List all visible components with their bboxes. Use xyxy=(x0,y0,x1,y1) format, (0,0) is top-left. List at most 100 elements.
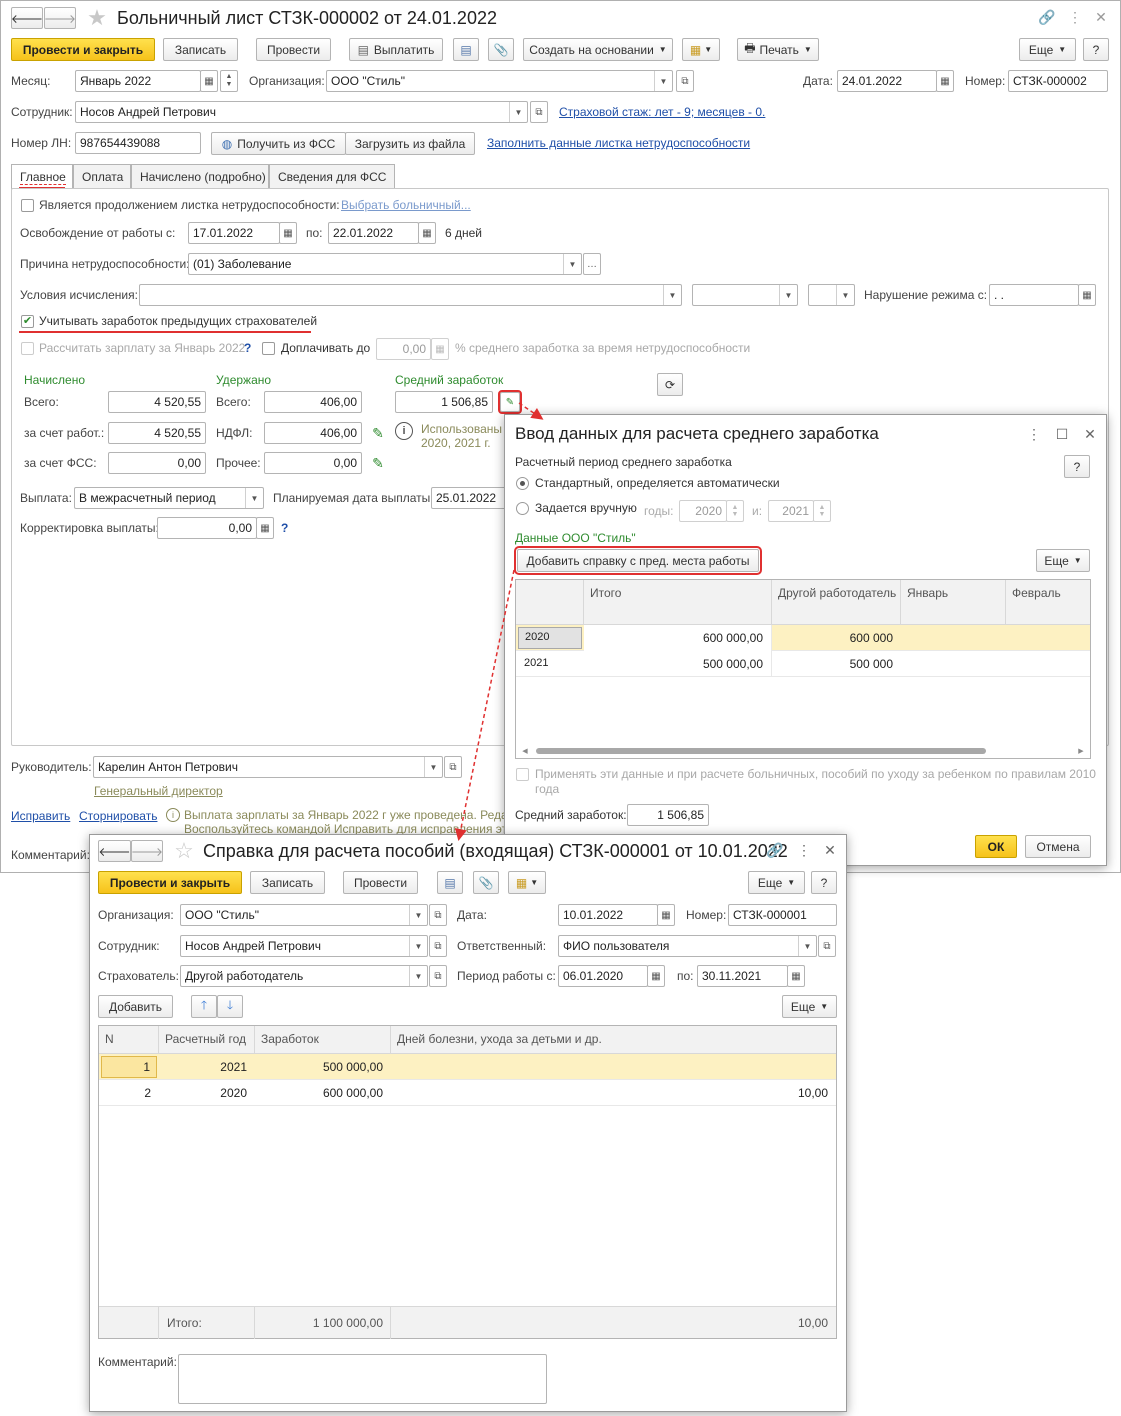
add-certificate-button[interactable]: Добавить справку с пред. места работы xyxy=(514,546,762,575)
conditions-field-3[interactable]: ▼ xyxy=(808,284,855,306)
cause-select-button[interactable]: … xyxy=(583,253,601,275)
reverse-link[interactable]: Сторнировать xyxy=(79,809,157,823)
dropdown-icon[interactable]: ▼ xyxy=(409,966,427,986)
pay-up-calc-button[interactable]: ▦ xyxy=(431,338,449,360)
number-field[interactable]: СТЗК-000001 xyxy=(728,904,837,926)
pay-up-checkbox[interactable] xyxy=(262,342,275,355)
close-icon[interactable]: ✕ xyxy=(821,841,839,859)
dropdown-icon[interactable]: ▼ xyxy=(245,488,263,508)
dropdown-icon[interactable]: ▼ xyxy=(509,102,527,122)
avg-earnings-field[interactable]: 1 506,85 xyxy=(627,804,709,826)
year2-field[interactable]: 2021 xyxy=(768,500,814,522)
help-button[interactable]: ? xyxy=(1083,38,1109,61)
list-icon-button[interactable]: ▤ xyxy=(453,38,479,61)
refresh-button[interactable]: ⟳ xyxy=(657,373,683,396)
year1-spinner[interactable]: ▲ ▼ xyxy=(726,500,744,522)
star-icon[interactable]: ☆ xyxy=(172,838,196,863)
dropdown-icon[interactable]: ▼ xyxy=(836,285,854,305)
star-icon[interactable]: ★ xyxy=(85,5,109,30)
dropdown-icon[interactable]: ▼ xyxy=(654,71,672,91)
load-from-file-button[interactable]: Загрузить из файла xyxy=(345,132,475,155)
avg-earnings-field[interactable]: 1 506,85 xyxy=(395,391,493,413)
tab-main[interactable]: Главное xyxy=(11,164,73,189)
conditions-field-2[interactable]: ▼ xyxy=(692,284,798,306)
comment-field[interactable] xyxy=(178,1354,547,1404)
cancel-button[interactable]: Отмена xyxy=(1025,835,1091,858)
maximize-icon[interactable]: ☐ xyxy=(1053,425,1071,443)
open-employee-button[interactable]: ⧉ xyxy=(429,935,447,957)
manager-field[interactable]: Карелин Антон Петрович ▼ xyxy=(93,756,443,778)
number-field[interactable]: СТЗК-000002 xyxy=(1008,70,1108,92)
table-row[interactable]: 2021 500 000,00 500 000 xyxy=(516,651,1090,677)
pencil-icon[interactable]: ✎ xyxy=(369,424,387,442)
consider-prev-checkbox[interactable]: ✔ xyxy=(21,315,34,328)
move-down-button[interactable]: 🡓 xyxy=(217,995,243,1018)
report-menu-button[interactable]: ▦ ▼ xyxy=(682,38,720,61)
payout-field[interactable]: В межрасчетный период ▼ xyxy=(74,487,264,509)
violation-field[interactable]: . . xyxy=(989,284,1079,306)
conditions-field[interactable]: ▼ xyxy=(139,284,682,306)
responsible-field[interactable]: ФИО пользователя ▼ xyxy=(558,935,817,957)
post-button[interactable]: Провести xyxy=(343,871,418,894)
month-field[interactable]: Январь 2022 xyxy=(75,70,201,92)
post-and-close-button[interactable]: Провести и закрыть xyxy=(11,38,155,61)
dropdown-icon[interactable]: ▼ xyxy=(798,936,816,956)
release-from-calendar-button[interactable]: ▦ xyxy=(279,222,297,244)
cause-field[interactable]: (01) Заболевание ▼ xyxy=(188,253,582,275)
dropdown-icon[interactable]: ▼ xyxy=(779,285,797,305)
more-vert-icon[interactable]: ⋮ xyxy=(1025,425,1043,443)
table-row[interactable]: 1 2021 500 000,00 xyxy=(99,1054,836,1080)
back-button[interactable]: 🡐 xyxy=(11,7,43,29)
apply-checkbox[interactable] xyxy=(516,768,529,781)
link-icon[interactable]: 🔗 xyxy=(766,841,784,859)
period-to-field[interactable]: 30.11.2021 xyxy=(697,965,788,987)
date-calendar-button[interactable]: ▦ xyxy=(936,70,954,92)
insurance-record-link[interactable]: Страховой стаж: лет - 9; месяцев - 0. xyxy=(559,105,765,119)
dropdown-icon[interactable]: ▼ xyxy=(563,254,581,274)
calendar-button[interactable]: ▦ xyxy=(200,70,218,92)
more-vert-icon[interactable]: ⋮ xyxy=(795,841,813,859)
date-calendar-button[interactable]: ▦ xyxy=(657,904,675,926)
accrued-total-field[interactable]: 4 520,55 xyxy=(108,391,206,413)
edit-avg-button[interactable]: ✎ xyxy=(498,390,522,414)
more-button[interactable]: Еще ▼ xyxy=(1019,38,1076,61)
print-button[interactable]: 🖶 Печать ▼ xyxy=(737,38,819,61)
org-field[interactable]: ООО "Стиль" ▼ xyxy=(326,70,673,92)
attach-button[interactable]: 📎 xyxy=(473,871,499,894)
forward-button[interactable]: 🡒 xyxy=(131,840,163,862)
employee-field[interactable]: Носов Андрей Петрович ▼ xyxy=(180,935,428,957)
help-button[interactable]: ? xyxy=(811,871,837,894)
save-button[interactable]: Записать xyxy=(250,871,325,894)
correction-field[interactable]: 0,00 xyxy=(157,517,257,539)
dropdown-icon[interactable]: ▼ xyxy=(424,757,442,777)
help-mark[interactable]: ? xyxy=(244,341,251,355)
dropdown-icon[interactable]: ▼ xyxy=(409,905,427,925)
open-manager-button[interactable]: ⧉ xyxy=(444,756,462,778)
scroll-left-icon[interactable]: ◀ xyxy=(520,745,530,757)
period-from-calendar-button[interactable]: ▦ xyxy=(647,965,665,987)
open-insurer-button[interactable]: ⧉ xyxy=(429,965,447,987)
post-button[interactable]: Провести xyxy=(256,38,331,61)
open-employee-button[interactable]: ⧉ xyxy=(530,101,548,123)
employee-field[interactable]: Носов Андрей Петрович ▼ xyxy=(75,101,528,123)
year2-spinner[interactable]: ▲ ▼ xyxy=(813,500,831,522)
add-button[interactable]: Добавить xyxy=(98,995,173,1018)
fill-data-link[interactable]: Заполнить данные листка нетрудоспособнос… xyxy=(487,136,750,150)
release-from-field[interactable]: 17.01.2022 xyxy=(188,222,280,244)
open-org-button[interactable]: ⧉ xyxy=(429,904,447,926)
ln-number-field[interactable]: 987654439088 xyxy=(75,132,201,154)
violation-calendar-button[interactable]: ▦ xyxy=(1078,284,1096,306)
employer-field[interactable]: 4 520,55 xyxy=(108,422,206,444)
org-field[interactable]: ООО "Стиль" ▼ xyxy=(180,904,428,926)
release-to-field[interactable]: 22.01.2022 xyxy=(328,222,419,244)
radio-standard[interactable] xyxy=(516,477,529,490)
period-to-calendar-button[interactable]: ▦ xyxy=(787,965,805,987)
more-button[interactable]: Еще ▼ xyxy=(1036,549,1090,572)
more-vert-icon[interactable]: ⋮ xyxy=(1065,7,1085,27)
back-button[interactable]: 🡐 xyxy=(98,840,131,862)
open-responsible-button[interactable]: ⧉ xyxy=(818,935,836,957)
more-button[interactable]: Еще ▼ xyxy=(782,995,837,1018)
release-to-calendar-button[interactable]: ▦ xyxy=(418,222,436,244)
open-org-button[interactable]: ⧉ xyxy=(676,70,694,92)
tab-accrued-details[interactable]: Начислено (подробно) xyxy=(131,164,269,188)
